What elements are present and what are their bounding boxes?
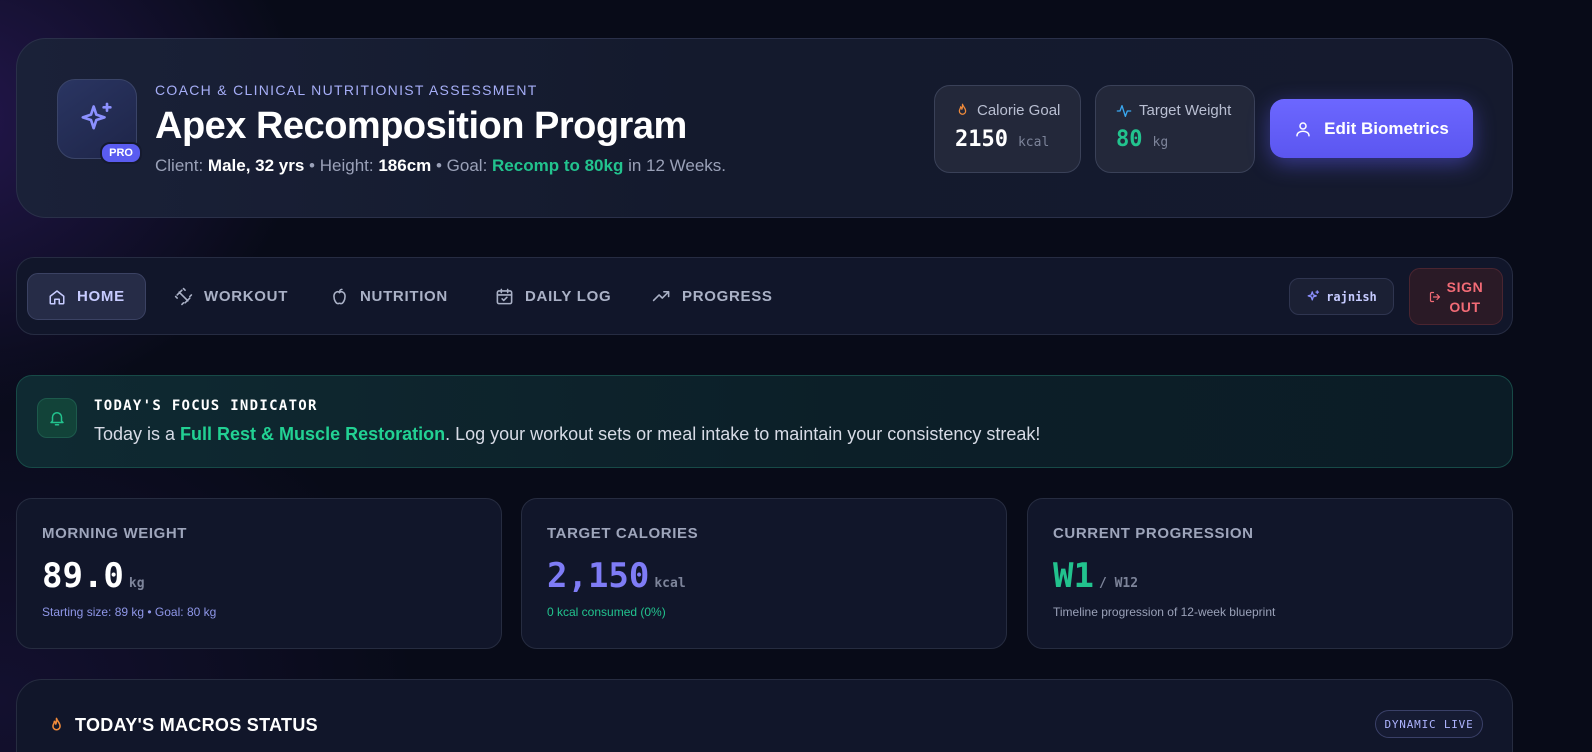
sign-out-line-2: OUT	[1449, 298, 1481, 315]
focus-prefix: Today is a	[94, 424, 181, 444]
target-weight-label: Target Weight	[1139, 102, 1232, 119]
card-value: 89.0	[42, 556, 124, 596]
macros-title-text: TODAY'S MACROS STATUS	[75, 715, 318, 735]
target-weight-chip: Target Weight 80 kg	[1095, 85, 1255, 173]
card-label: TARGET CALORIES	[547, 525, 699, 542]
header-eyebrow: COACH & CLINICAL NUTRITIONIST ASSESSMENT	[155, 82, 538, 98]
home-icon	[48, 288, 66, 306]
flame-icon	[955, 103, 970, 118]
target-weight-unit: kg	[1152, 135, 1169, 150]
sparkles-icon	[1306, 289, 1321, 304]
dumbbell-icon	[174, 287, 193, 306]
card-subtext: Timeline progression of 12-week blueprin…	[1053, 605, 1276, 619]
sign-out-label: SIGN OUT	[1447, 277, 1484, 317]
sparkles-icon	[77, 99, 117, 139]
nav-workout[interactable]: WORKOUT	[174, 273, 288, 320]
client-summary: Client: Male, 32 yrs • Height: 186cm • G…	[155, 156, 726, 176]
target-calories-card: TARGET CALORIES 2,150 kcal 0 kcal consum…	[521, 498, 1007, 649]
height-value: 186cm	[378, 156, 432, 175]
user-icon	[1294, 120, 1312, 138]
sign-out-line-1: SIGN	[1446, 278, 1484, 295]
calendar-check-icon	[495, 287, 514, 306]
macros-panel: TODAY'S MACROS STATUS DYNAMIC LIVE	[16, 679, 1513, 752]
current-progression-card: CURRENT PROGRESSION W1 / W12 Timeline pr…	[1027, 498, 1513, 649]
pulse-icon	[1116, 103, 1132, 119]
card-subtext: 0 kcal consumed (0%)	[547, 605, 666, 619]
dynamic-live-badge: DYNAMIC LIVE	[1375, 710, 1483, 738]
target-weight-value: 80	[1116, 127, 1143, 152]
client-value: Male, 32 yrs	[207, 156, 305, 175]
morning-weight-card: MORNING WEIGHT 89.0 kg Starting size: 89…	[16, 498, 502, 649]
flame-icon	[48, 717, 65, 734]
apple-icon	[330, 287, 349, 306]
goal-label: • Goal:	[431, 156, 488, 175]
username: rajnish	[1326, 289, 1377, 304]
card-value: 2,150	[547, 556, 650, 596]
calorie-goal-value: 2150	[955, 127, 1008, 152]
card-label: CURRENT PROGRESSION	[1053, 525, 1254, 542]
nav-nutrition-label: NUTRITION	[360, 288, 448, 305]
sign-out-button[interactable]: SIGN OUT	[1409, 268, 1503, 325]
focus-message: Today is a Full Rest & Muscle Restoratio…	[94, 424, 1040, 445]
nav-home-label: HOME	[77, 288, 125, 305]
goal-suffix: in 12 Weeks.	[623, 156, 727, 175]
app-logo: PRO	[57, 79, 142, 164]
calorie-goal-label: Calorie Goal	[977, 102, 1061, 119]
bell-icon-box	[37, 398, 77, 438]
main-nav: HOME WORKOUT NUTRITION DAILY LOG PROGRES…	[16, 257, 1513, 335]
focus-title: TODAY'S FOCUS INDICATOR	[94, 398, 318, 414]
nav-progress-label: PROGRESS	[682, 288, 773, 305]
card-subtext: Starting size: 89 kg • Goal: 80 kg	[42, 605, 217, 619]
bell-icon	[48, 409, 66, 427]
card-unit: / W12	[1098, 576, 1139, 591]
card-unit: kcal	[654, 576, 686, 591]
nav-nutrition[interactable]: NUTRITION	[330, 273, 448, 320]
calorie-goal-unit: kcal	[1017, 135, 1050, 150]
focus-banner: TODAY'S FOCUS INDICATOR Today is a Full …	[16, 375, 1513, 468]
goal-value: Recomp to 80kg	[492, 156, 624, 175]
card-unit: kg	[128, 576, 145, 591]
client-label: Client:	[155, 156, 204, 175]
page-title: Apex Recomposition Program	[155, 105, 687, 147]
nav-workout-label: WORKOUT	[204, 288, 289, 305]
card-label: MORNING WEIGHT	[42, 525, 188, 542]
pro-badge: PRO	[100, 142, 142, 164]
nav-daily-log[interactable]: DAILY LOG	[495, 273, 611, 320]
card-value: W1	[1053, 556, 1094, 596]
program-header: PRO COACH & CLINICAL NUTRITIONIST ASSESS…	[16, 38, 1513, 218]
macros-title: TODAY'S MACROS STATUS	[48, 715, 318, 736]
focus-highlight: Full Rest & Muscle Restoration	[180, 424, 446, 444]
nav-home[interactable]: HOME	[27, 273, 146, 320]
trending-up-icon	[652, 287, 671, 306]
nav-progress[interactable]: PROGRESS	[652, 273, 773, 320]
height-label: • Height:	[304, 156, 374, 175]
user-chip[interactable]: rajnish	[1289, 278, 1394, 315]
calorie-goal-chip: Calorie Goal 2150 kcal	[934, 85, 1081, 173]
nav-daily-log-label: DAILY LOG	[525, 288, 612, 305]
focus-suffix: . Log your workout sets or meal intake t…	[445, 424, 1041, 444]
edit-biometrics-label: Edit Biometrics	[1324, 118, 1449, 138]
edit-biometrics-button[interactable]: Edit Biometrics	[1270, 99, 1473, 158]
logout-icon	[1429, 291, 1441, 303]
